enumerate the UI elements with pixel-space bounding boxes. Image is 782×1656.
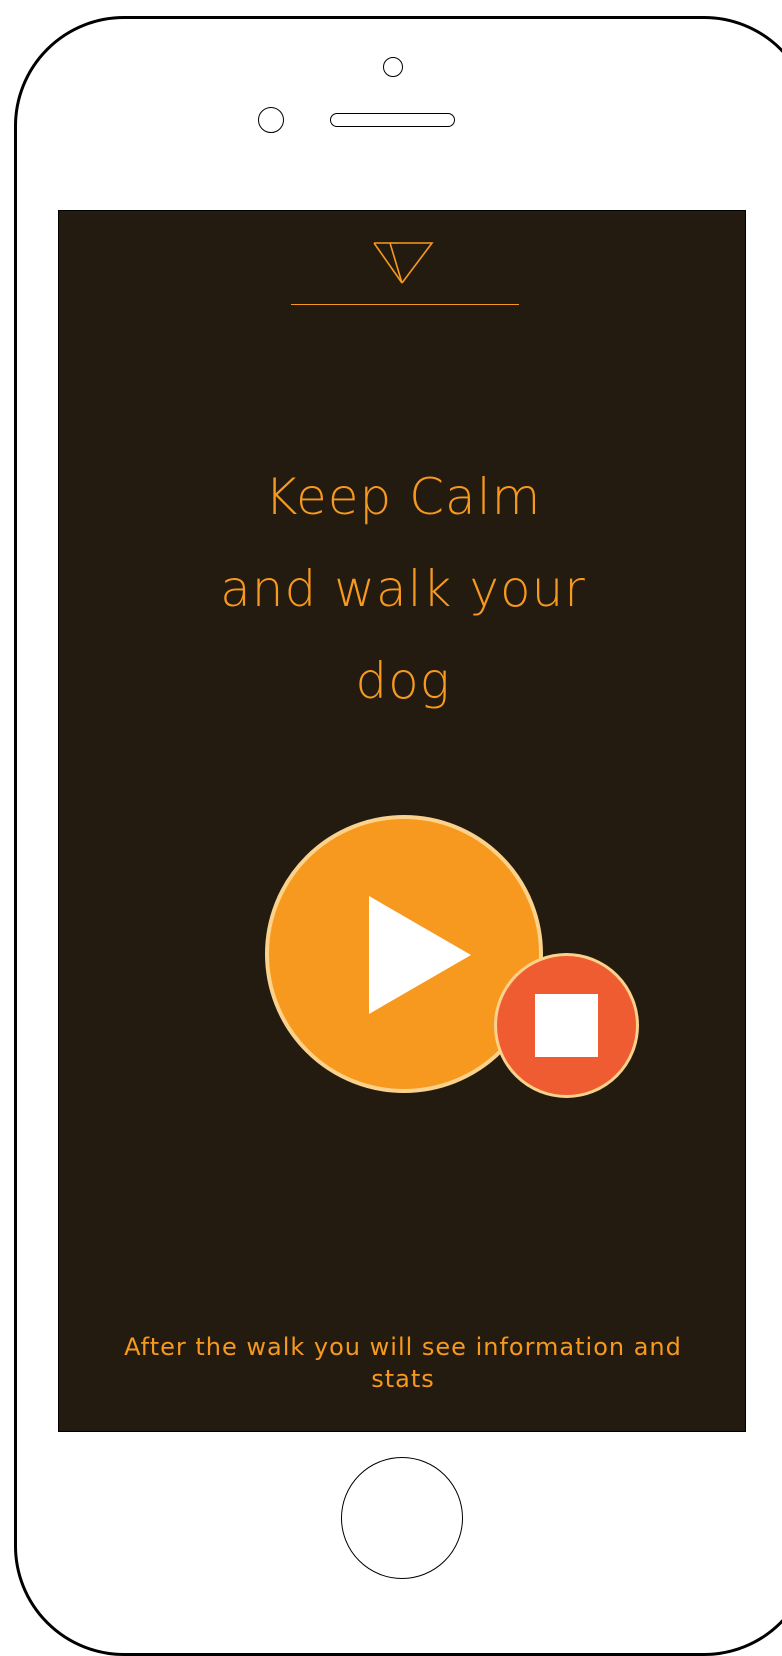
header-divider xyxy=(291,304,519,305)
stop-button[interactable] xyxy=(494,953,639,1098)
footer-info-text: After the walk you will see information … xyxy=(124,1333,682,1393)
home-button[interactable] xyxy=(341,1457,463,1579)
headline-line: and walk your xyxy=(220,560,586,618)
stop-icon xyxy=(535,994,598,1057)
front-camera xyxy=(383,57,403,77)
proximity-sensor xyxy=(258,107,284,133)
double-triangle-logo-icon xyxy=(373,242,434,284)
headline: Keep Calm and walk your dog xyxy=(59,451,747,727)
headline-line: dog xyxy=(355,652,451,710)
earpiece-speaker xyxy=(330,113,455,127)
play-icon xyxy=(369,896,471,1014)
app-screen: Keep Calm and walk your dog After the wa… xyxy=(58,210,746,1432)
headline-line: Keep Calm xyxy=(264,468,542,526)
